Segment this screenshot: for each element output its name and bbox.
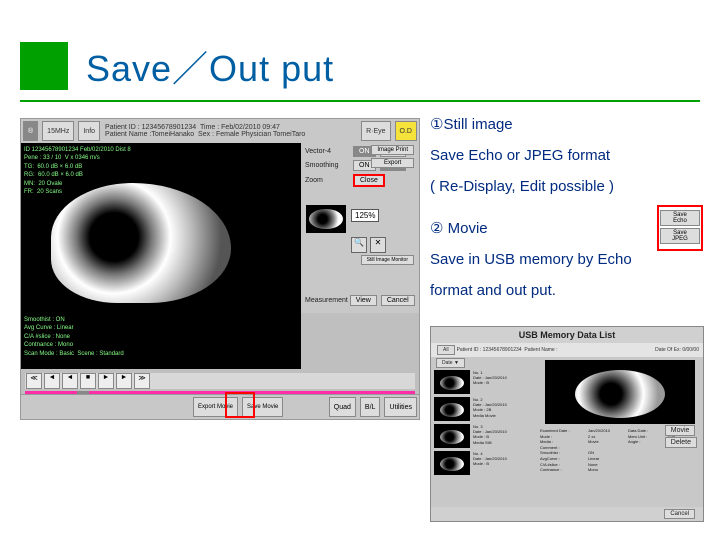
usb-patient-bar: All Patient ID : 12345678901234 Patient …	[431, 343, 703, 357]
usb-all-button[interactable]: All	[437, 345, 455, 355]
usb-preview-image	[545, 360, 695, 424]
zoom-percent: 125%	[351, 209, 379, 222]
still-monitor-button[interactable]: Still Image Monitor	[361, 255, 414, 265]
usb-cancel-button[interactable]: Cancel	[664, 509, 695, 519]
info-button[interactable]: Info	[78, 121, 100, 141]
mhz-button[interactable]: 15MHz	[42, 121, 74, 141]
utilities-button[interactable]: Utilities	[384, 397, 417, 417]
usb-thumb[interactable]: No. 4Date : Jan/20/2010Mode : B	[434, 451, 534, 475]
export-button[interactable]: Export	[371, 158, 414, 168]
quad-button[interactable]: Quad	[329, 397, 356, 417]
zoom-eye	[309, 209, 343, 229]
usb-preview: Examined Date : Jan/20/2010Data Date : *…	[537, 357, 703, 507]
tl-end[interactable]: ≫	[134, 373, 150, 389]
patient-bar: Patient ID : 12345678901234 Time : Feb/0…	[102, 124, 359, 138]
x-icon[interactable]: ✕	[370, 237, 386, 253]
explanation-text: ①Still image Save Echo or JPEG format ( …	[430, 110, 700, 307]
tl-next[interactable]: ►	[116, 373, 132, 389]
scan-readout-2: Smoothist : ON Avg Curve : Linear C/A #s…	[21, 313, 301, 369]
usb-dialog: USB Memory Data List All Patient ID : 12…	[430, 326, 704, 522]
magnify-icon[interactable]: 🔍	[351, 237, 367, 253]
slide-title: Save／Out put	[86, 40, 334, 92]
save-movie-highlight	[225, 392, 255, 418]
od-button[interactable]: O.D	[395, 121, 417, 141]
echo-scanner-screenshot: ® 15MHz Info Patient ID : 12345678901234…	[20, 118, 420, 420]
tl-play[interactable]: ►	[98, 373, 114, 389]
usb-delete-button[interactable]: Delete	[665, 437, 697, 448]
scanner-toolbar: ® 15MHz Info Patient ID : 12345678901234…	[21, 119, 419, 144]
bl-button[interactable]: B/L	[360, 397, 381, 417]
usb-title: USB Memory Data List	[431, 327, 703, 343]
usb-thumb[interactable]: No. 1Date : Jan/20/2010Mode : B	[434, 370, 534, 394]
slide-header: Save／Out put	[20, 40, 334, 92]
timeline: ≪ ◄ ◄ ■ ► ► ≫	[25, 373, 415, 389]
cancel-button[interactable]: Cancel	[381, 295, 415, 306]
zoom-close-button[interactable]: Close	[353, 174, 385, 187]
tl-stop[interactable]: ■	[80, 373, 96, 389]
usb-thumb[interactable]: No. 3Date : Jan/20/2010Mode : BMedia Sti…	[434, 424, 534, 448]
green-square	[20, 42, 68, 90]
reye-button[interactable]: R·Eye	[361, 121, 390, 141]
usb-date-sort[interactable]: Date ▼	[436, 358, 465, 368]
bottom-bar: Export Movie Save Movie Quad B/L Utiliti…	[21, 394, 419, 419]
usb-thumb-list: Date ▼ No. 1Date : Jan/20/2010Mode : B N…	[431, 357, 537, 507]
usb-movie-button[interactable]: Movie	[665, 425, 696, 436]
view-button[interactable]: View	[350, 295, 377, 306]
tl-start[interactable]: ≪	[26, 373, 42, 389]
tl-prev[interactable]: ◄	[44, 373, 60, 389]
scan-image	[21, 143, 301, 313]
zoom-tools: 🔍✕	[351, 237, 389, 253]
image-print-button[interactable]: Image Print	[371, 145, 414, 155]
usb-thumb[interactable]: No. 2Date : Jan/20/2010Mode : 2BMedia Mo…	[434, 397, 534, 421]
tl-play-rev[interactable]: ◄	[62, 373, 78, 389]
r-button[interactable]: ®	[23, 121, 38, 141]
divider	[20, 100, 700, 102]
